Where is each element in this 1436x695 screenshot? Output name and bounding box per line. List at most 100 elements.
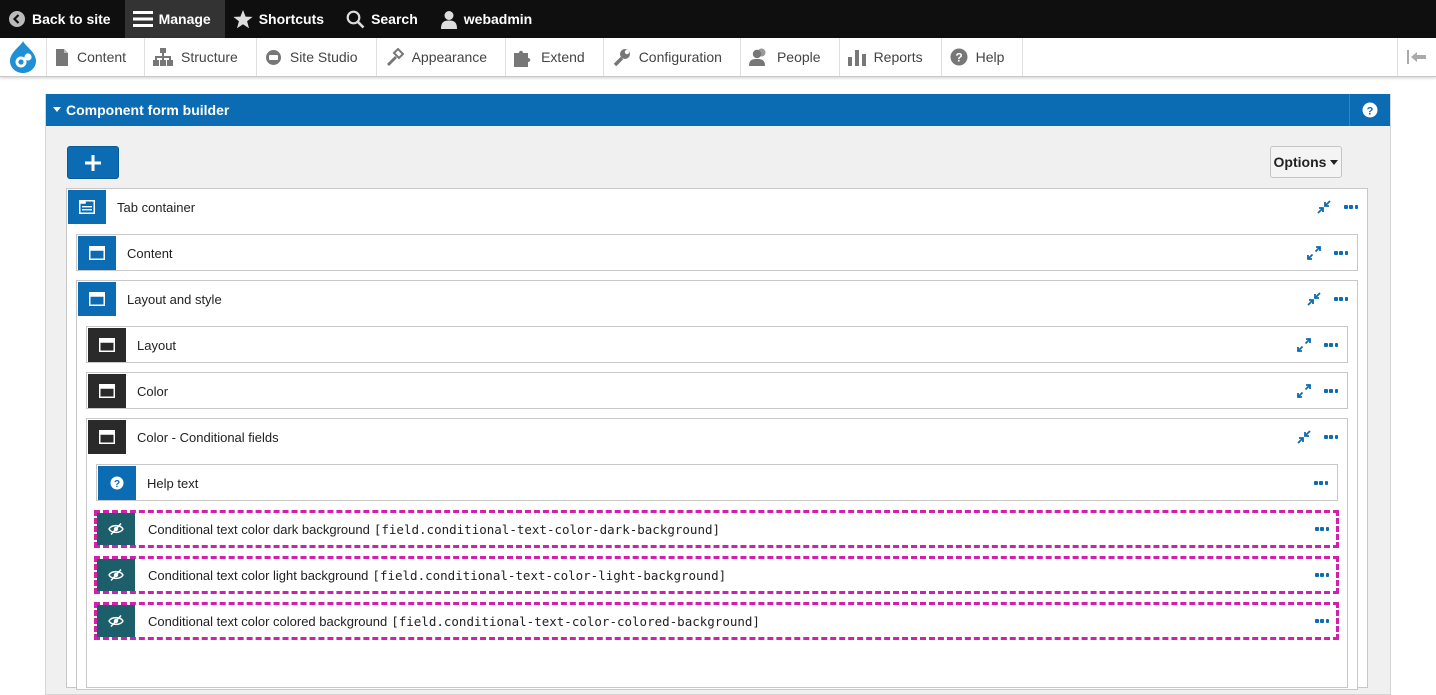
tray-item-label: People [776,49,821,65]
tray-item-help[interactable]: ? Help [940,38,1024,76]
hamburger-icon [132,11,153,27]
element-row-header[interactable]: Layout [87,327,1347,363]
tray-item-reports[interactable]: Reports [838,38,941,76]
help-icon: ? [950,48,968,66]
search-tab[interactable]: Search [338,0,432,38]
wrench-icon [613,48,630,66]
content-tab-element: Content [76,234,1358,271]
element-label: Conditional text color dark background [f… [148,522,720,537]
bar-chart-icon [847,50,866,66]
expand-arrows-icon[interactable] [1306,245,1322,261]
tray-item-appearance[interactable]: Appearance [375,38,506,76]
tray-item-label: Help [975,49,1005,65]
user-label: webadmin [463,11,533,27]
tab-item-icon [89,292,105,306]
user-tab[interactable]: webadmin [432,0,546,38]
eye-slash-icon [108,569,124,581]
people-icon [748,48,766,66]
more-actions-icon[interactable] [1315,619,1329,623]
panel-title: Component form builder [66,102,230,118]
manage-tab[interactable]: Manage [124,0,225,38]
element-label: Tab container [117,200,196,215]
color-section-element: Color [86,372,1348,409]
expand-arrows-icon[interactable] [1296,383,1312,399]
color-conditional-section-element: Color - Conditional fields [86,418,1348,688]
section-icon [99,430,115,444]
tray-orientation-toggle[interactable] [1397,38,1436,76]
admin-tray: Content Structure Site Studio Appearance… [0,38,1436,77]
more-actions-icon[interactable] [1324,343,1338,347]
plus-icon [85,154,101,171]
panel-header[interactable]: Component form builder ? [46,94,1390,126]
field-title: Conditional text color dark background [148,522,370,537]
paintbrush-icon [386,48,404,66]
options-dropdown-button[interactable]: Options [1270,146,1342,178]
expand-arrows-icon[interactable] [1296,337,1312,353]
search-label: Search [371,11,418,27]
element-row-header[interactable]: Content [77,235,1357,271]
more-actions-icon[interactable] [1315,527,1329,531]
element-type-badge: ? [98,466,136,500]
collapse-arrows-icon[interactable] [1316,199,1332,215]
element-label: Content [127,246,173,261]
eye-slash-icon [108,523,124,535]
element-row-header[interactable]: Conditional text color colored backgroun… [97,605,1336,637]
element-label: Conditional text color light background[… [148,568,726,583]
field-machine-name: [field.conditional-text-color-colored-ba… [391,614,760,629]
element-row-header[interactable]: Conditional text color dark background [f… [97,513,1336,545]
back-to-site-link[interactable]: Back to site [0,0,125,38]
element-label: Help text [147,476,199,491]
element-label: Color [137,384,169,399]
star-icon [233,9,253,28]
shortcuts-tab[interactable]: Shortcuts [225,0,338,38]
more-actions-icon[interactable] [1324,435,1338,439]
more-actions-icon[interactable] [1334,251,1348,255]
layout-section-element: Layout [86,326,1348,363]
field-machine-name: [field.conditional-text-color-light-back… [372,568,727,583]
search-icon [346,10,365,28]
element-row-header[interactable]: Color [87,373,1347,409]
conditional-field-element: Conditional text color light background[… [94,556,1339,594]
collapse-arrows-icon[interactable] [1296,429,1312,445]
tray-item-people[interactable]: People [739,38,839,76]
element-row-header[interactable]: Conditional text color light background[… [97,559,1336,591]
tray-item-label: Appearance [411,49,488,65]
element-type-badge [78,282,116,316]
element-type-badge [78,236,116,270]
puzzle-icon [514,50,531,67]
element-type-badge [97,605,135,637]
element-row-header[interactable]: Layout and style [77,281,1357,317]
sitemap-icon [153,48,174,66]
element-label: Layout [137,338,177,353]
conditional-field-element: Conditional text color colored backgroun… [94,602,1339,640]
dropdown-caret-icon [1330,159,1339,165]
help-circle-icon: ? [1362,102,1378,118]
more-actions-icon[interactable] [1315,573,1329,577]
drupal-drop-icon [10,41,36,73]
element-row-header[interactable]: Color - Conditional fields [87,419,1347,455]
panel-help-button[interactable]: ? [1349,94,1390,126]
admin-toolbar: Back to site Manage Shortcuts Search web… [0,0,1436,38]
drupal-logo[interactable] [0,38,46,76]
element-label: Layout and style [127,292,222,307]
element-row-header[interactable]: Tab container [67,189,1367,225]
svg-text:?: ? [1367,105,1374,117]
back-to-site-label: Back to site [32,11,111,27]
tab-container-icon [79,200,95,214]
tray-item-structure[interactable]: Structure [144,38,256,76]
more-actions-icon[interactable] [1344,205,1358,209]
tab-item-icon [89,246,105,260]
tray-item-content[interactable]: Content [46,38,144,76]
more-actions-icon[interactable] [1334,297,1348,301]
conditional-field-element: Conditional text color dark background [f… [94,510,1339,548]
more-actions-icon[interactable] [1324,389,1338,393]
field-title: Conditional text color light background [148,568,369,583]
tray-item-configuration[interactable]: Configuration [602,38,740,76]
more-actions-icon[interactable] [1314,481,1328,485]
collapse-arrows-icon[interactable] [1306,291,1322,307]
element-type-badge [88,374,126,408]
add-element-button[interactable] [67,146,119,179]
tray-item-site-studio[interactable]: Site Studio [255,38,376,76]
tray-item-extend[interactable]: Extend [505,38,603,76]
element-row-header[interactable]: ? Help text [97,465,1337,501]
